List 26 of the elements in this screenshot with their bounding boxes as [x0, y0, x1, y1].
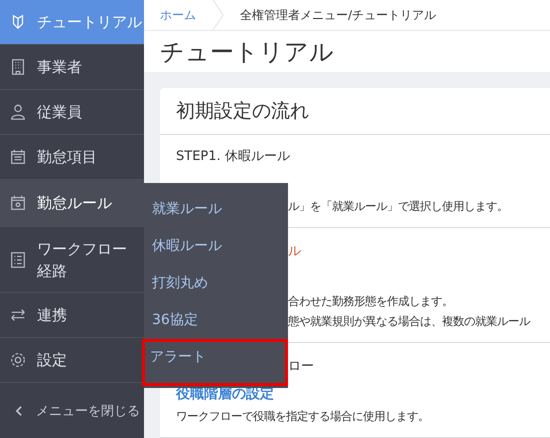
calendar-gear-icon — [9, 194, 27, 212]
step-description: ワークフローで役職を指定する場合に使用します。 — [176, 409, 429, 423]
step-heading: STEP1. 休暇ルール — [176, 148, 291, 166]
step-description: 合わせた勤務形態を作成します。 — [288, 293, 453, 310]
breadcrumb-item: 全権管理者メニュー/チュートリアル — [240, 6, 436, 24]
submenu-item[interactable]: アラート — [142, 339, 288, 386]
step-heading: ル — [288, 243, 301, 261]
submenu-item[interactable]: 就業ルール — [144, 191, 288, 228]
close-menu-button[interactable]: メニューを閉じる — [0, 383, 144, 438]
calendar-list-icon — [9, 148, 27, 166]
building-icon — [9, 58, 27, 76]
breadcrumb-item[interactable]: ホーム — [160, 6, 196, 24]
submenu-item[interactable]: 休暇ルール — [144, 228, 288, 265]
sidebar-item[interactable]: チュートリアル — [0, 0, 144, 45]
sidebar-item[interactable]: 勤怠ルール — [0, 180, 144, 227]
submenu-item[interactable]: 打刻丸め — [144, 265, 288, 302]
page-title: チュートリアル — [160, 36, 334, 68]
step-heading: ロー — [288, 358, 314, 376]
card-title: 初期設定の流れ — [160, 88, 550, 135]
list-icon — [9, 250, 27, 268]
person-icon — [9, 103, 27, 121]
sidebar-item[interactable]: 設定 — [0, 338, 144, 383]
step-description: ル」を「就業ルール」で選択し使用します。 — [288, 198, 508, 215]
gear-icon — [9, 351, 27, 369]
step-description: 態や就業規則が異なる場合は、複数の就業ルール — [288, 313, 530, 330]
submenu-item[interactable]: 36協定 — [144, 302, 288, 339]
